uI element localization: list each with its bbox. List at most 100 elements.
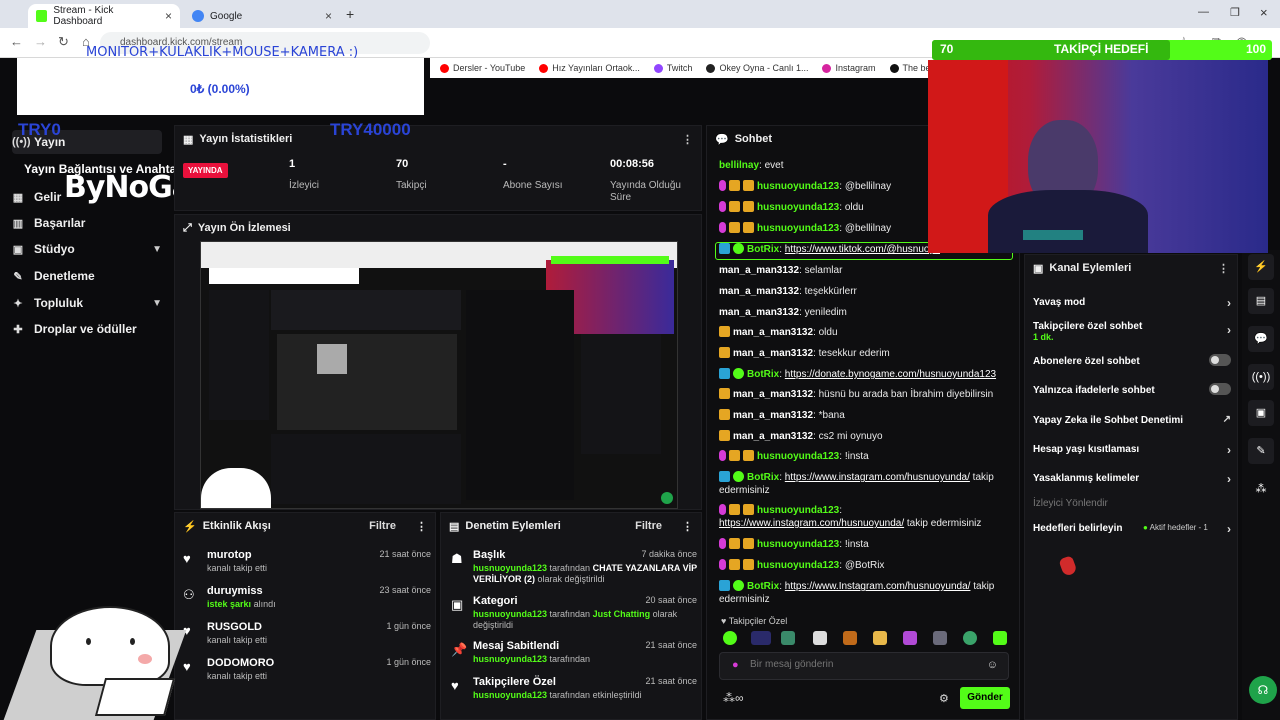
- new-tab-icon[interactable]: +: [346, 6, 354, 22]
- channel-icon[interactable]: ▣: [1248, 400, 1274, 426]
- kebab-menu-icon[interactable]: ⋮: [682, 133, 693, 146]
- tab-google[interactable]: Google ×: [184, 4, 340, 28]
- channel-action-ai-moderation[interactable]: Yapay Zeka ile Sohbet Denetimi ↗: [1033, 414, 1231, 426]
- activity-user[interactable]: DODOMORO: [207, 657, 274, 669]
- emote-icon[interactable]: [781, 631, 795, 645]
- maximize-icon[interactable]: ❐: [1230, 6, 1240, 19]
- chat-username[interactable]: husnuoyunda123: [757, 451, 839, 462]
- filter-button[interactable]: Filtre: [635, 520, 662, 532]
- chat-message-field[interactable]: [750, 659, 970, 670]
- sidebar-item-denetleme[interactable]: ✎ Denetleme: [12, 269, 162, 283]
- chat-link[interactable]: https://www.instagram.com/husnuoyunda/: [785, 472, 970, 483]
- back-icon[interactable]: ←: [10, 34, 23, 49]
- channel-action-banned-words[interactable]: Yasaklanmış kelimeler ›: [1033, 472, 1231, 486]
- bookmark-item[interactable]: Hız Yayınları Ortaok...: [539, 63, 640, 73]
- chat-username[interactable]: man_a_man3132: [719, 307, 799, 318]
- chat-username[interactable]: BotRix: [747, 472, 779, 483]
- chat-username[interactable]: husnuoyunda123: [757, 223, 839, 234]
- window-close-icon[interactable]: ×: [1260, 5, 1268, 20]
- emoji-icon[interactable]: ☺: [987, 659, 998, 671]
- stat-label: Abone Sayısı: [503, 180, 563, 191]
- chat-message: man_a_man3132: tesekkur ederim: [719, 347, 1013, 360]
- lightning-icon[interactable]: ⚡: [1248, 254, 1274, 280]
- emote-icon[interactable]: [963, 631, 977, 645]
- chat-link[interactable]: https://www.instagram.com/husnuoyunda/: [719, 518, 904, 529]
- channel-action-account-age[interactable]: Hesap yaşı kısıtlaması ›: [1033, 443, 1231, 457]
- send-button[interactable]: Gönder: [960, 687, 1010, 709]
- chat-username[interactable]: husnuoyunda123: [757, 560, 839, 571]
- emote-icon[interactable]: [903, 631, 917, 645]
- chat-username[interactable]: bellilnay: [719, 160, 759, 171]
- document-icon[interactable]: ▤: [1248, 288, 1274, 314]
- emote-icon[interactable]: [843, 631, 857, 645]
- close-tab-icon[interactable]: ×: [165, 9, 172, 23]
- emote-icon[interactable]: [751, 631, 771, 645]
- sidebar-item-label: Başarılar: [34, 216, 86, 230]
- kebab-menu-icon[interactable]: ⋮: [682, 520, 693, 533]
- community-icon[interactable]: ⁂∞: [723, 691, 744, 705]
- emote-icon[interactable]: [723, 631, 737, 645]
- kebab-menu-icon[interactable]: ⋮: [1218, 262, 1229, 275]
- chat-link[interactable]: https://www.Instagram.com/husnuoyunda/: [785, 581, 971, 592]
- bookmark-item[interactable]: Dersler - YouTube: [440, 63, 525, 73]
- chat-link[interactable]: https://www.tiktok.com/@husnuoyu: [785, 244, 940, 255]
- chevron-right-icon: ›: [1227, 522, 1231, 536]
- chat-username[interactable]: BotRix: [747, 581, 779, 592]
- channel-action-slow-mode[interactable]: Yavaş mod ›: [1033, 296, 1231, 310]
- channel-action-subscribers-only[interactable]: Abonelere özel sohbet: [1033, 354, 1231, 367]
- activity-user[interactable]: duruymiss: [207, 585, 263, 597]
- chat-username[interactable]: man_a_man3132: [733, 348, 813, 359]
- chat-username[interactable]: husnuoyunda123: [757, 181, 839, 192]
- chat-icon[interactable]: 💬: [1248, 326, 1274, 352]
- bookmark-item[interactable]: Okey Oyna - Canlı 1...: [706, 63, 808, 73]
- sidebar-item-studyo[interactable]: ▣ Stüdyo ▼: [12, 242, 162, 256]
- reload-icon[interactable]: ↻: [58, 34, 69, 50]
- moderation-user[interactable]: husnuoyunda123: [473, 654, 547, 664]
- chat-username[interactable]: man_a_man3132: [719, 265, 799, 276]
- emote-icon[interactable]: [993, 631, 1007, 645]
- moderation-user[interactable]: husnuoyunda123: [473, 609, 547, 619]
- emote-icon[interactable]: [933, 631, 947, 645]
- sidebar-item-droplar[interactable]: ✚ Droplar ve ödüller: [12, 322, 162, 336]
- sidebar-item-basarilar[interactable]: ▥ Başarılar: [12, 216, 162, 230]
- community-icon[interactable]: ⁂: [1248, 476, 1274, 502]
- chat-username[interactable]: husnuoyunda123: [757, 202, 839, 213]
- emotes-only-toggle[interactable]: [1209, 383, 1231, 395]
- chat-input[interactable]: ● ☺: [719, 652, 1009, 680]
- emote-icon[interactable]: [873, 631, 887, 645]
- tab-kick-dashboard[interactable]: Stream - Kick Dashboard ×: [28, 4, 180, 28]
- kebab-menu-icon[interactable]: ⋮: [416, 520, 427, 533]
- filter-button[interactable]: Filtre: [369, 520, 396, 532]
- chat-username[interactable]: husnuoyunda123: [757, 539, 839, 550]
- channel-action-followers-only[interactable]: Takipçilere özel sohbet 1 dk. ›: [1033, 321, 1231, 343]
- chat-username[interactable]: BotRix: [747, 369, 779, 380]
- emote-icon[interactable]: [813, 631, 827, 645]
- moderation-user[interactable]: husnuoyunda123: [473, 563, 547, 573]
- channel-action-goals[interactable]: Hedefleri belirleyin ● Aktif hedefler - …: [1033, 522, 1231, 536]
- subscribers-only-toggle[interactable]: [1209, 354, 1231, 366]
- chat-username[interactable]: husnuoyunda123: [757, 505, 839, 516]
- close-tab-icon[interactable]: ×: [325, 9, 332, 23]
- chat-username[interactable]: man_a_man3132: [733, 431, 813, 442]
- activity-user[interactable]: RUSGOLD: [207, 621, 262, 633]
- chat-username[interactable]: BotRix: [747, 244, 779, 255]
- activity-user[interactable]: murotop: [207, 549, 252, 561]
- chat-link[interactable]: https://donate.bynogame.com/husnuoyunda1…: [785, 369, 996, 380]
- forward-icon[interactable]: →: [34, 34, 47, 49]
- channel-action-emotes-only[interactable]: Yalnızca ifadelerle sohbet: [1033, 383, 1231, 396]
- sidebar-item-topluluk[interactable]: ✦ Topluluk ▼: [12, 296, 162, 310]
- gear-icon[interactable]: ⚙: [939, 692, 949, 705]
- bookmark-item[interactable]: Twitch: [653, 63, 692, 73]
- chat-username[interactable]: man_a_man3132: [719, 286, 799, 297]
- stream-preview-video[interactable]: [200, 241, 678, 509]
- panel-title: Denetim Eylemleri: [465, 520, 561, 532]
- minimize-icon[interactable]: —: [1198, 6, 1209, 18]
- chat-username[interactable]: man_a_man3132: [733, 389, 813, 400]
- wrench-icon[interactable]: ✎: [1248, 438, 1274, 464]
- support-icon[interactable]: ☊: [1249, 676, 1277, 704]
- chat-username[interactable]: man_a_man3132: [733, 327, 813, 338]
- moderation-user[interactable]: husnuoyunda123: [473, 690, 547, 700]
- chat-username[interactable]: man_a_man3132: [733, 410, 813, 421]
- bookmark-item[interactable]: Instagram: [822, 63, 876, 73]
- broadcast-icon[interactable]: ((•)): [1248, 364, 1274, 390]
